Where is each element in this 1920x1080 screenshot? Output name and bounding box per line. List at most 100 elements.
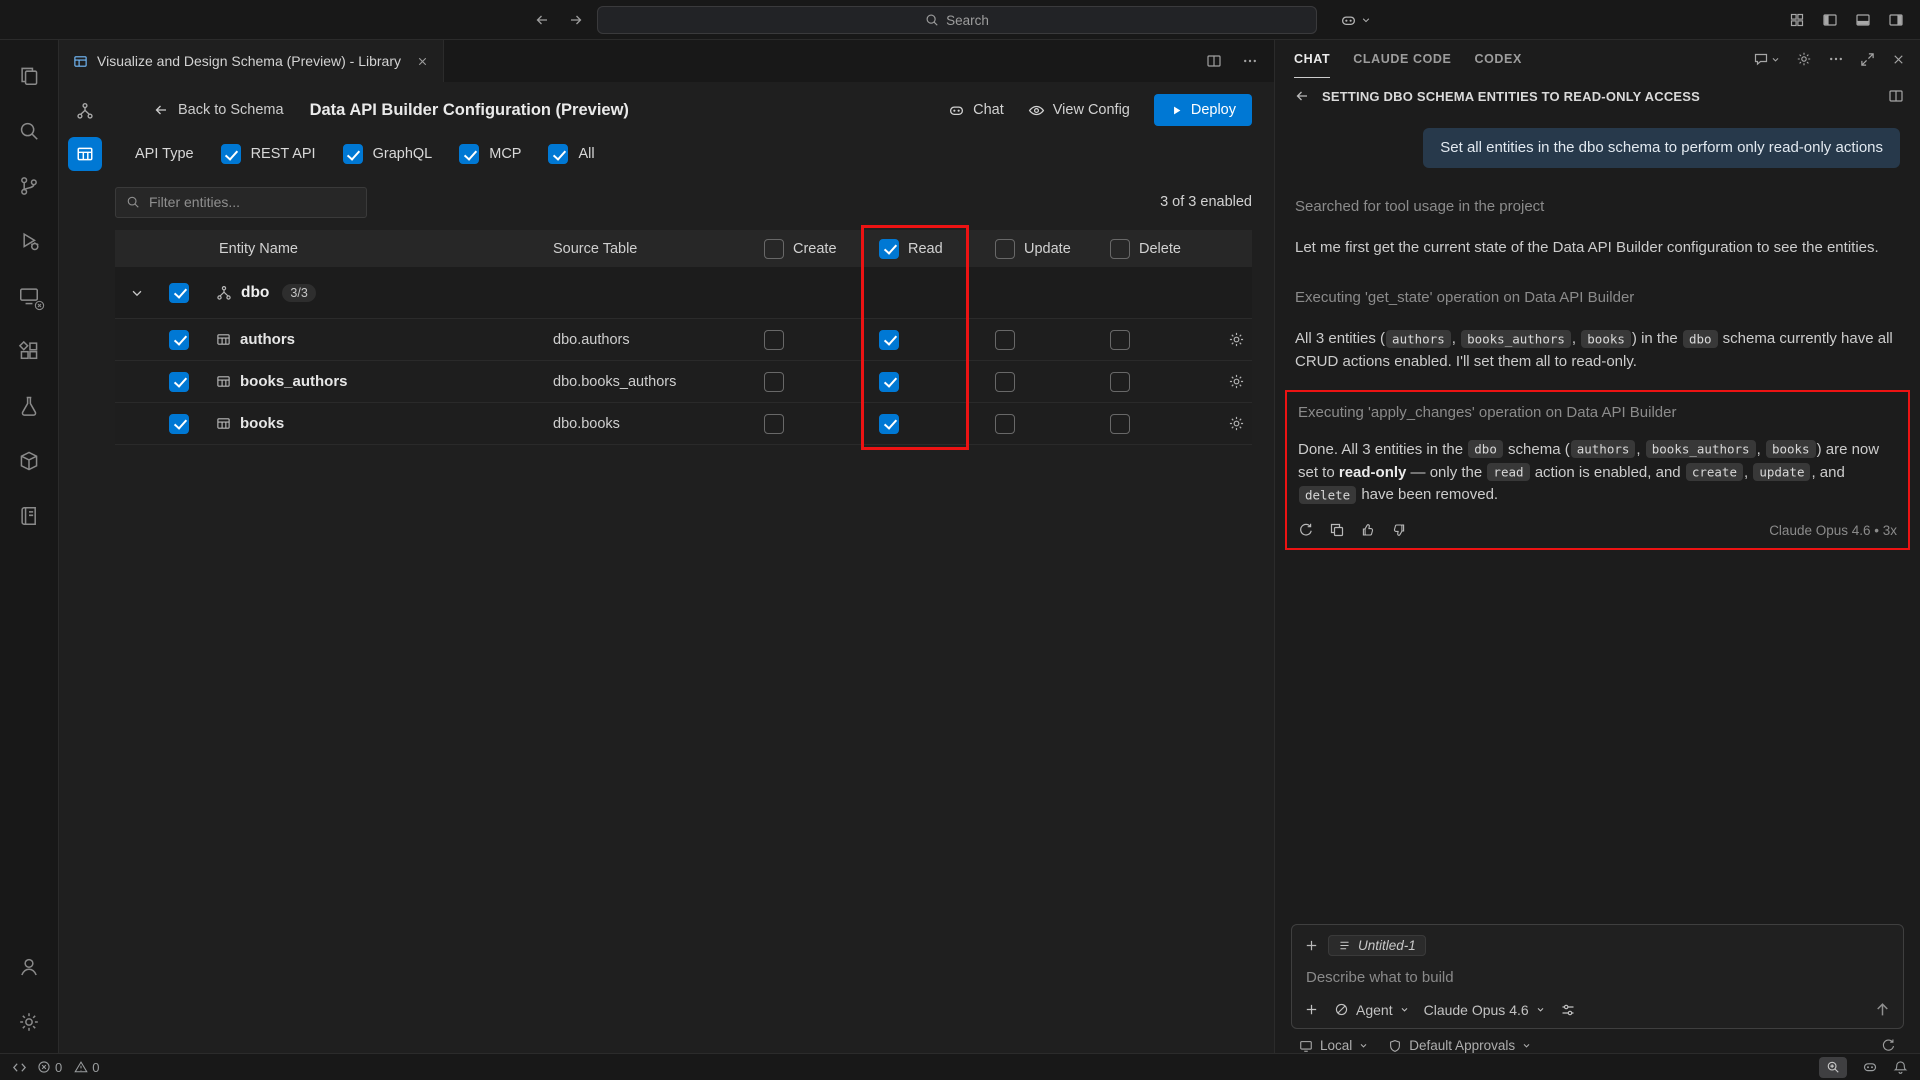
row-checkbox[interactable] <box>169 372 189 392</box>
forward-arrow-icon[interactable] <box>568 12 584 28</box>
update-checkbox[interactable] <box>995 330 1015 350</box>
toggle-panel-icon[interactable] <box>1855 12 1871 28</box>
remote-indicator[interactable] <box>12 1060 27 1075</box>
deploy-button[interactable]: Deploy <box>1154 94 1252 126</box>
chat-button[interactable]: Chat <box>948 102 1004 119</box>
problems-indicator[interactable]: 0 0 <box>37 1060 99 1075</box>
chat-input-box[interactable]: Untitled-1 Describe what to build Agent <box>1291 924 1904 1029</box>
toggle-sidebar-left-icon[interactable] <box>1822 12 1838 28</box>
api-builder-view-icon[interactable] <box>68 137 102 171</box>
api-type-mcp[interactable]: MCP <box>459 144 521 164</box>
tab-claude-code[interactable]: CLAUDE CODE <box>1353 40 1451 78</box>
sync-icon[interactable] <box>1881 1038 1896 1053</box>
approvals-picker[interactable]: Default Approvals <box>1388 1038 1531 1053</box>
read-checkbox[interactable] <box>879 372 899 392</box>
filter-entities-input[interactable]: Filter entities... <box>115 187 367 218</box>
schema-group-row[interactable]: dbo 3/3 <box>115 267 1252 319</box>
zoom-indicator[interactable] <box>1819 1057 1847 1078</box>
entity-row-authors[interactable]: authors dbo.authors <box>115 319 1252 361</box>
thumbs-up-icon[interactable] <box>1360 522 1376 538</box>
graphql-checkbox[interactable] <box>343 144 363 164</box>
source-control-icon[interactable] <box>5 158 53 213</box>
search-sidebar-icon[interactable] <box>5 103 53 158</box>
thumbs-down-icon[interactable] <box>1391 522 1407 538</box>
row-checkbox[interactable] <box>169 414 189 434</box>
update-checkbox[interactable] <box>995 414 1015 434</box>
mcp-checkbox[interactable] <box>459 144 479 164</box>
delete-checkbox[interactable] <box>1110 330 1130 350</box>
open-chat-in-editor-icon[interactable] <box>1888 88 1904 104</box>
create-all-checkbox[interactable] <box>764 239 784 259</box>
more-actions-icon[interactable] <box>1828 51 1844 67</box>
expand-panel-icon[interactable] <box>1860 52 1875 67</box>
entity-row-books[interactable]: books dbo.books <box>115 403 1252 445</box>
notebook-icon[interactable] <box>5 488 53 543</box>
split-editor-icon[interactable] <box>1206 53 1222 69</box>
testing-icon[interactable] <box>5 378 53 433</box>
copy-icon[interactable] <box>1329 522 1345 538</box>
view-config-button[interactable]: View Config <box>1028 102 1130 119</box>
back-to-schema-link[interactable]: Back to Schema <box>153 102 284 118</box>
more-actions-icon[interactable] <box>1242 53 1258 69</box>
update-checkbox[interactable] <box>995 372 1015 392</box>
remote-explorer-icon[interactable] <box>5 268 53 323</box>
command-center-search[interactable]: Search <box>597 6 1317 34</box>
regenerate-icon[interactable] <box>1298 522 1314 538</box>
mode-picker[interactable]: Agent <box>1334 1002 1409 1018</box>
add-context-icon[interactable] <box>1304 938 1319 953</box>
tab-chat[interactable]: CHAT <box>1294 40 1330 78</box>
context-file-chip[interactable]: Untitled-1 <box>1328 935 1426 956</box>
api-type-all[interactable]: All <box>548 144 594 164</box>
all-checkbox[interactable] <box>548 144 568 164</box>
update-all-checkbox[interactable] <box>995 239 1015 259</box>
close-panel-icon[interactable] <box>1891 52 1906 67</box>
model-picker[interactable]: Claude Opus 4.6 <box>1424 1002 1545 1018</box>
dbo-group-checkbox[interactable] <box>169 283 189 303</box>
tab-codex[interactable]: CODEX <box>1474 40 1521 78</box>
copilot-menu-button[interactable] <box>1334 6 1377 34</box>
grid-layout-icon[interactable] <box>1789 12 1805 28</box>
delete-checkbox[interactable] <box>1110 372 1130 392</box>
back-arrow-icon[interactable] <box>1294 88 1310 104</box>
entity-row-books-authors[interactable]: books_authors dbo.books_authors <box>115 361 1252 403</box>
chat-input-placeholder[interactable]: Describe what to build <box>1306 969 1889 986</box>
new-chat-icon[interactable] <box>1753 51 1780 67</box>
api-type-rest[interactable]: REST API <box>221 144 316 164</box>
tools-sliders-icon[interactable] <box>1560 1002 1576 1018</box>
create-checkbox[interactable] <box>764 414 784 434</box>
delete-checkbox[interactable] <box>1110 414 1130 434</box>
copilot-status-icon[interactable] <box>1862 1059 1878 1075</box>
editor-tab[interactable]: Visualize and Design Schema (Preview) - … <box>59 40 444 82</box>
create-checkbox[interactable] <box>764 372 784 392</box>
file-lines-icon <box>1338 939 1351 952</box>
environment-picker[interactable]: Local <box>1299 1038 1368 1053</box>
read-all-checkbox[interactable] <box>879 239 899 259</box>
delete-all-checkbox[interactable] <box>1110 239 1130 259</box>
account-icon[interactable] <box>5 939 53 994</box>
read-checkbox[interactable] <box>879 330 899 350</box>
explorer-icon[interactable] <box>5 48 53 103</box>
row-settings-gear-icon[interactable] <box>1216 415 1252 432</box>
rest-api-checkbox[interactable] <box>221 144 241 164</box>
row-checkbox[interactable] <box>169 330 189 350</box>
package-icon[interactable] <box>5 433 53 488</box>
run-debug-icon[interactable] <box>5 213 53 268</box>
row-settings-gear-icon[interactable] <box>1216 373 1252 390</box>
toggle-sidebar-right-icon[interactable] <box>1888 12 1904 28</box>
send-icon[interactable] <box>1874 1001 1891 1018</box>
extensions-icon[interactable] <box>5 323 53 378</box>
attach-icon[interactable] <box>1304 1002 1319 1017</box>
row-settings-gear-icon[interactable] <box>1216 331 1252 348</box>
chat-session-header: SETTING DBO SCHEMA ENTITIES TO READ-ONLY… <box>1275 78 1920 114</box>
chevron-down-icon[interactable] <box>115 286 159 300</box>
entity-name-cell: books <box>199 415 548 432</box>
notifications-bell-icon[interactable] <box>1893 1060 1908 1075</box>
create-checkbox[interactable] <box>764 330 784 350</box>
chat-settings-gear-icon[interactable] <box>1796 51 1812 67</box>
schema-diagram-view-icon[interactable] <box>68 94 102 128</box>
settings-gear-icon[interactable] <box>5 994 53 1049</box>
tab-close-icon[interactable] <box>416 55 429 68</box>
read-checkbox[interactable] <box>879 414 899 434</box>
back-arrow-icon[interactable] <box>534 12 550 28</box>
api-type-graphql[interactable]: GraphQL <box>343 144 433 164</box>
